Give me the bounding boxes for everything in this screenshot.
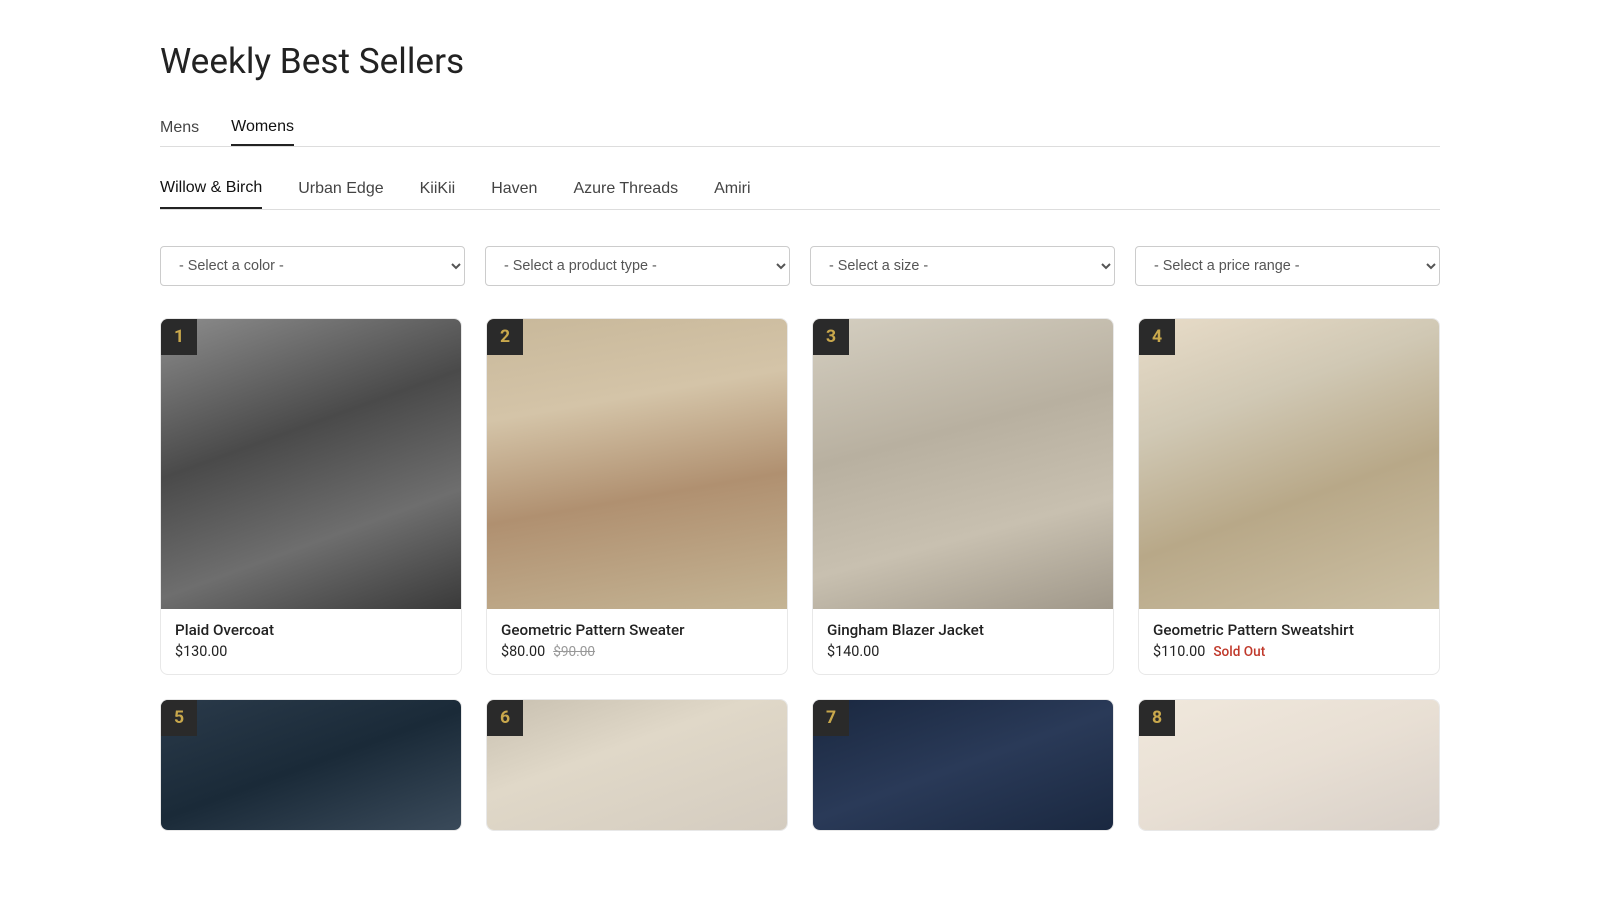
product-price-row-1: $130.00 xyxy=(175,643,447,660)
product-info-2: Geometric Pattern Sweater $80.00 $90.00 xyxy=(487,609,787,674)
product-card-6[interactable]: 6 xyxy=(486,699,788,831)
product-type-filter[interactable]: - Select a product type - Jacket Sweater… xyxy=(485,246,790,286)
product-price-1: $130.00 xyxy=(175,643,227,660)
product-price-row-4: $110.00 Sold Out xyxy=(1153,643,1425,660)
product-name-1: Plaid Overcoat xyxy=(175,621,447,639)
rank-badge-4: 4 xyxy=(1139,319,1175,355)
product-card-4[interactable]: 4 Geometric Pattern Sweatshirt $110.00 S… xyxy=(1138,318,1440,675)
color-filter[interactable]: - Select a color - Black White Blue Red … xyxy=(160,246,465,286)
product-name-4: Geometric Pattern Sweatshirt xyxy=(1153,621,1425,639)
product-image-7: 7 xyxy=(813,700,1113,830)
product-card-5[interactable]: 5 xyxy=(160,699,462,831)
tab-urban-edge[interactable]: Urban Edge xyxy=(298,179,383,209)
product-image-2: 2 xyxy=(487,319,787,609)
page-title: Weekly Best Sellers xyxy=(160,40,1440,82)
rank-badge-6: 6 xyxy=(487,700,523,736)
product-image-8: 8 xyxy=(1139,700,1439,830)
tab-azure-threads[interactable]: Azure Threads xyxy=(573,179,678,209)
product-card-2[interactable]: 2 Geometric Pattern Sweater $80.00 $90.0… xyxy=(486,318,788,675)
tab-haven[interactable]: Haven xyxy=(491,179,537,209)
page-container: Weekly Best Sellers Mens Womens Willow &… xyxy=(100,0,1500,871)
brand-tabs: Willow & Birch Urban Edge KiiKii Haven A… xyxy=(160,179,1440,210)
tab-kiikii[interactable]: KiiKii xyxy=(420,179,456,209)
product-card-3[interactable]: 3 Gingham Blazer Jacket $140.00 xyxy=(812,318,1114,675)
product-name-3: Gingham Blazer Jacket xyxy=(827,621,1099,639)
filter-row: - Select a color - Black White Blue Red … xyxy=(160,246,1440,286)
product-original-price-2: $90.00 xyxy=(553,644,595,660)
product-price-4: $110.00 xyxy=(1153,643,1205,660)
tab-mens[interactable]: Mens xyxy=(160,118,199,146)
tab-amiri[interactable]: Amiri xyxy=(714,179,750,209)
tab-womens[interactable]: Womens xyxy=(231,118,294,146)
product-info-4: Geometric Pattern Sweatshirt $110.00 Sol… xyxy=(1139,609,1439,674)
product-info-1: Plaid Overcoat $130.00 xyxy=(161,609,461,674)
product-price-2: $80.00 xyxy=(501,643,545,660)
product-sold-out-4: Sold Out xyxy=(1213,644,1265,660)
product-image-4: 4 xyxy=(1139,319,1439,609)
product-price-row-3: $140.00 xyxy=(827,643,1099,660)
tab-willow-birch[interactable]: Willow & Birch xyxy=(160,179,262,209)
product-price-3: $140.00 xyxy=(827,643,879,660)
size-filter[interactable]: - Select a size - XS S M L XL XXL xyxy=(810,246,1115,286)
product-card-7[interactable]: 7 xyxy=(812,699,1114,831)
rank-badge-8: 8 xyxy=(1139,700,1175,736)
gender-tabs: Mens Womens xyxy=(160,118,1440,147)
rank-badge-5: 5 xyxy=(161,700,197,736)
product-card-8[interactable]: 8 xyxy=(1138,699,1440,831)
rank-badge-2: 2 xyxy=(487,319,523,355)
price-range-filter[interactable]: - Select a price range - Under $50 $50 -… xyxy=(1135,246,1440,286)
product-info-3: Gingham Blazer Jacket $140.00 xyxy=(813,609,1113,674)
rank-badge-3: 3 xyxy=(813,319,849,355)
product-price-row-2: $80.00 $90.00 xyxy=(501,643,773,660)
product-image-3: 3 xyxy=(813,319,1113,609)
product-name-2: Geometric Pattern Sweater xyxy=(501,621,773,639)
rank-badge-7: 7 xyxy=(813,700,849,736)
product-grid: 1 Plaid Overcoat $130.00 2 Geometric Pat… xyxy=(160,318,1440,831)
product-card-1[interactable]: 1 Plaid Overcoat $130.00 xyxy=(160,318,462,675)
product-image-1: 1 xyxy=(161,319,461,609)
rank-badge-1: 1 xyxy=(161,319,197,355)
product-image-6: 6 xyxy=(487,700,787,830)
product-image-5: 5 xyxy=(161,700,461,830)
